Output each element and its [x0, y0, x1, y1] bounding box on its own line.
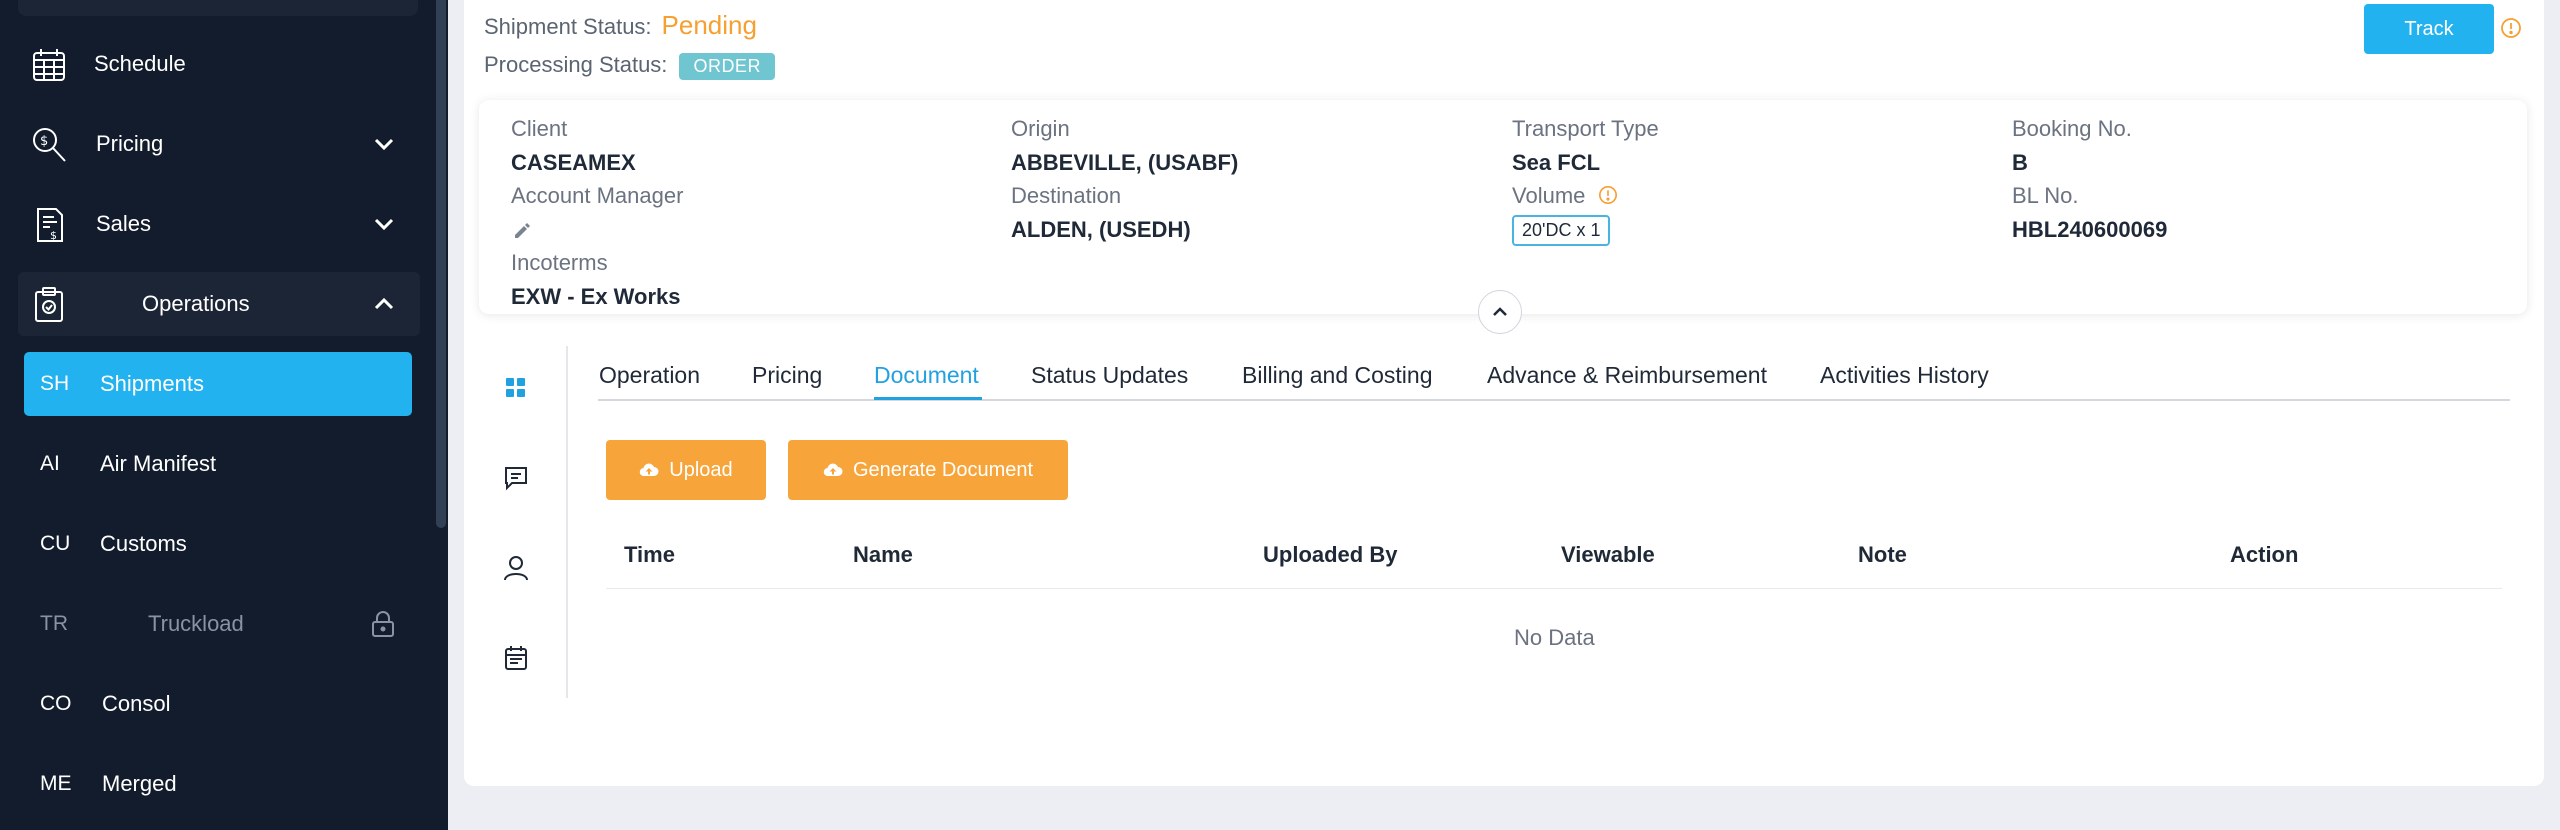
transport-type-label: Transport Type [1512, 116, 1659, 141]
client-label: Client [511, 116, 568, 141]
tab-document[interactable]: Document [874, 362, 979, 389]
chevron-down-icon[interactable] [372, 212, 396, 236]
subitem-abbr: SH [40, 372, 70, 395]
bl-no-label: BL No. [2012, 183, 2079, 208]
tab-pricing[interactable]: Pricing [752, 362, 822, 389]
client-value: CASEAMEX [511, 150, 636, 175]
upload-label: Upload [669, 458, 733, 481]
lock-icon [372, 611, 394, 637]
tab-status-updates[interactable]: Status Updates [1031, 362, 1188, 389]
sidebar-item-label: Operations [142, 291, 250, 316]
sidebar-subitem-consol[interactable]: CO Consol [24, 672, 412, 736]
pricing-search-icon: $ [33, 128, 66, 162]
column-header-note[interactable]: Note [1858, 542, 1907, 568]
destination-value: ALDEN, (USEDH) [1011, 217, 1191, 242]
chevron-up-icon[interactable] [372, 292, 396, 316]
svg-text:$: $ [40, 134, 48, 149]
sidebar-subitem-truckload: TR Truckload [24, 592, 412, 656]
chat-icon[interactable] [502, 464, 530, 492]
sidebar-item-label: Schedule [94, 51, 186, 76]
grid-icon[interactable] [502, 374, 530, 402]
account-manager-label: Account Manager [511, 183, 684, 208]
sidebar-top-item[interactable] [18, 0, 418, 16]
collapse-button[interactable] [1478, 290, 1522, 334]
subitem-label: Merged [102, 771, 177, 796]
sidebar-scrollbar[interactable] [436, 0, 446, 528]
chevron-down-icon[interactable] [372, 132, 396, 156]
tab-advance-reimbursement[interactable]: Advance & Reimbursement [1487, 362, 1767, 389]
tab-billing-and-costing[interactable]: Billing and Costing [1242, 362, 1433, 389]
sidebar-item-sales[interactable]: $ Sales [0, 192, 430, 256]
subitem-abbr: CO [40, 692, 72, 715]
svg-text:$: $ [50, 229, 57, 242]
destination-label: Destination [1011, 183, 1122, 208]
calendar-icon [33, 49, 65, 81]
info-icon[interactable] [1598, 185, 1618, 205]
subitem-label: Truckload [148, 611, 244, 636]
sidebar-subitem-customs[interactable]: CU Customs [24, 512, 412, 576]
table-empty-message: No Data [1514, 625, 1595, 650]
incoterms-value: EXW - Ex Works [511, 284, 681, 309]
info-icon[interactable] [2500, 17, 2522, 39]
sidebar-subitem-merged[interactable]: ME Merged [24, 752, 412, 816]
chevron-up-icon [1493, 307, 1507, 316]
track-button[interactable]: Track [2364, 4, 2494, 54]
origin-label: Origin [1011, 116, 1070, 141]
upload-button[interactable]: Upload [606, 440, 766, 500]
transport-type-value: Sea FCL [1512, 150, 1601, 175]
booking-no-label: Booking No. [2012, 116, 2132, 141]
cloud-upload-icon [640, 463, 659, 477]
bl-no-value: HBL240600069 [2012, 217, 2168, 242]
status-badge: ORDER [679, 52, 775, 80]
subitem-label: Consol [102, 691, 171, 716]
shipment-info-panel [479, 100, 2527, 314]
sidebar-subitem-shipments[interactable]: SH Shipments [24, 352, 412, 416]
column-header-time[interactable]: Time [624, 542, 675, 568]
generate-document-label: Generate Document [852, 458, 1034, 481]
processing-status-label: Processing Status: [484, 52, 668, 77]
subitem-label: Customs [100, 531, 187, 556]
column-header-action[interactable]: Action [2230, 542, 2298, 568]
origin-value: ABBEVILLE, (USABF) [1011, 150, 1239, 175]
sidebar-item-pricing[interactable]: $ Pricing [0, 112, 430, 176]
sidebar-item-operations[interactable]: Operations [18, 272, 420, 336]
shipment-status: Shipment Status: Pending [484, 10, 757, 41]
sidebar: Schedule $ Pricing $ Sales Operations SH [0, 0, 448, 830]
tab-activities-history[interactable]: Activities History [1820, 362, 1989, 389]
sidebar-item-label: Sales [96, 211, 152, 236]
clipboard-icon [35, 287, 63, 322]
column-header-uploaded-by[interactable]: Uploaded By [1263, 542, 1397, 568]
subitem-abbr: AI [40, 452, 60, 475]
volume-tag: 20'DC x 1 [1512, 215, 1611, 246]
processing-status: Processing Status: ORDER [484, 52, 775, 80]
column-header-viewable[interactable]: Viewable [1561, 542, 1655, 568]
tab-operation[interactable]: Operation [599, 362, 700, 389]
shipment-status-value: Pending [661, 10, 757, 40]
sales-doc-icon: $ [37, 208, 63, 242]
booking-no-value: B [2012, 150, 2028, 175]
sidebar-item-schedule[interactable]: Schedule [0, 32, 430, 96]
calendar-icon[interactable] [502, 644, 530, 672]
pencil-icon[interactable] [512, 220, 532, 240]
subitem-label: Shipments [100, 371, 204, 396]
sidebar-subitem-air-manifest[interactable]: AI Air Manifest [24, 432, 412, 496]
subitem-label: Air Manifest [100, 451, 217, 476]
active-tab-indicator [874, 397, 982, 400]
cloud-upload-icon [823, 463, 843, 477]
volume-label: Volume [1512, 183, 1586, 208]
sidebar-item-label: Pricing [96, 131, 164, 156]
subitem-abbr: ME [40, 772, 72, 795]
table-header-divider [606, 588, 2502, 589]
shipment-status-label: Shipment Status: [484, 14, 652, 39]
subitem-abbr: CU [40, 532, 71, 555]
generate-document-button[interactable]: Generate Document [788, 440, 1068, 500]
subitem-abbr: TR [40, 612, 68, 635]
column-header-name[interactable]: Name [853, 542, 913, 568]
side-rail-divider [566, 346, 568, 698]
incoterms-label: Incoterms [511, 250, 608, 275]
user-icon[interactable] [502, 554, 530, 582]
